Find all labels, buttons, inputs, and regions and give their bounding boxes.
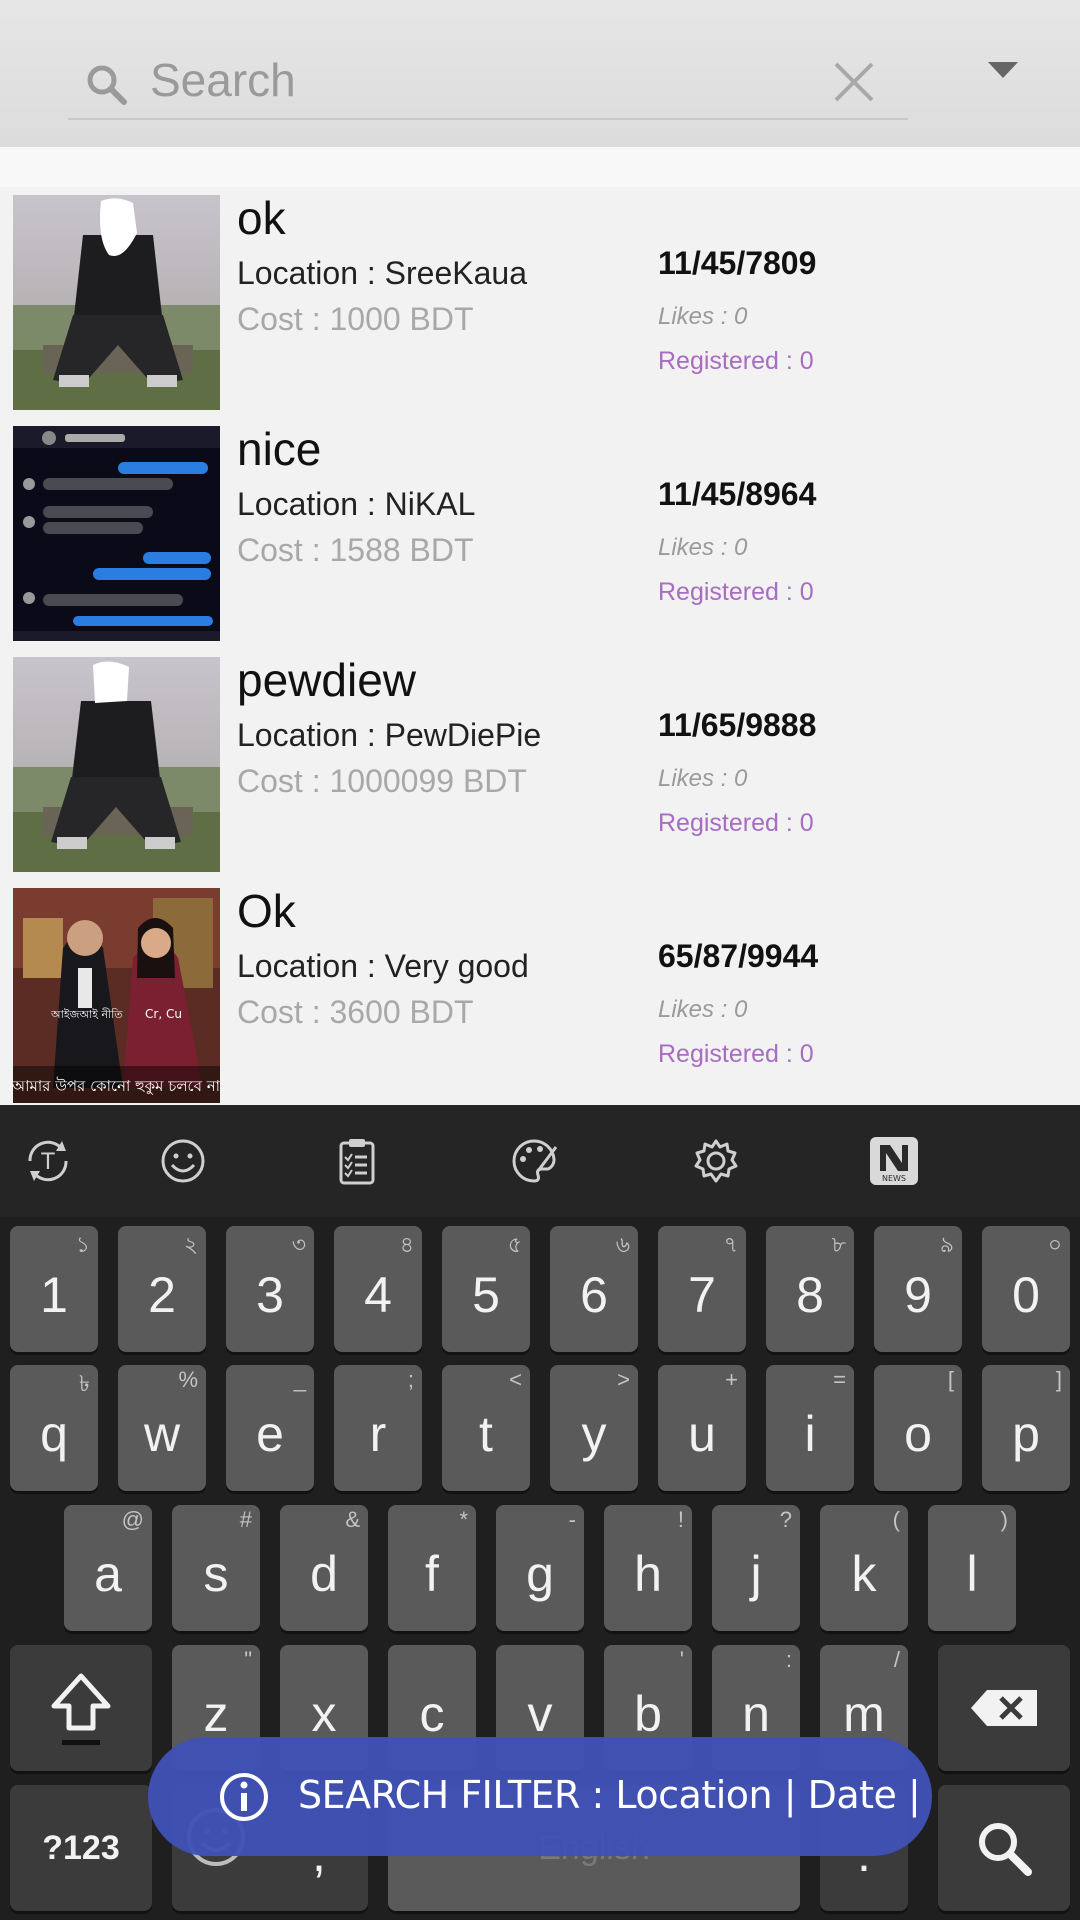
listing-photo [13, 426, 220, 641]
clipboard-icon[interactable] [331, 1135, 383, 1187]
settings-icon[interactable] [690, 1135, 742, 1187]
shift-key[interactable] [10, 1645, 152, 1771]
key-p[interactable]: ] p [982, 1365, 1070, 1491]
key-o[interactable]: [o [874, 1365, 962, 1491]
key-r[interactable]: ; r [334, 1365, 422, 1491]
key-y[interactable]: > y [550, 1365, 638, 1491]
listing-code: 11/45/7809 [658, 245, 817, 281]
listing-likes: Likes : 0 [658, 303, 748, 330]
photo-side-text-left: আইজআই নীতি [50, 1008, 123, 1021]
key-3[interactable]: ৩3 [226, 1226, 314, 1352]
listing-photo: আমার উপর কোনো হুকুম চলবে না আইজআই নীতি C… [13, 888, 220, 1103]
listing-likes: Likes : 0 [658, 765, 748, 792]
listing-location: Location : PewDiePie [237, 717, 542, 753]
listing-photo [13, 195, 220, 410]
listing-registered: Registered : 0 [658, 809, 814, 837]
listing-item[interactable]: pewdiew Location : PewDiePie Cost : 1000… [0, 649, 1080, 880]
key-9[interactable]: ৯9 [874, 1226, 962, 1352]
svg-text:T: T [40, 1150, 55, 1175]
key-1[interactable]: ১1 [10, 1226, 98, 1352]
listing-item[interactable]: nice Location : NiKAL Cost : 1588 BDT 11… [0, 418, 1080, 649]
listing-code: 11/45/8964 [658, 476, 817, 512]
listing-title: nice [237, 423, 322, 475]
listing-registered: Registered : 0 [658, 347, 814, 375]
search-bar [0, 0, 1080, 147]
listing-item[interactable]: ok Location : SreeKaua Cost : 1000 BDT 1… [0, 187, 1080, 418]
listing-code: 11/65/9888 [658, 707, 817, 743]
backspace-key[interactable] [938, 1645, 1070, 1771]
toast-message: SEARCH FILTER : Location | Date | [298, 1773, 921, 1817]
info-icon [220, 1773, 268, 1821]
key-e[interactable]: _ e [226, 1365, 314, 1491]
listing-cost: Cost : 1588 BDT [237, 532, 474, 568]
shift-icon [51, 1673, 111, 1745]
listing-cost: Cost : 1000099 BDT [237, 763, 527, 799]
search-key[interactable] [938, 1785, 1070, 1911]
listing-likes: Likes : 0 [658, 996, 748, 1023]
listing-title: ok [237, 192, 286, 244]
listing-location: Location : SreeKaua [237, 255, 527, 291]
key-a[interactable]: @ a [64, 1505, 152, 1631]
listing-photo [13, 657, 220, 872]
listing-item[interactable]: আমার উপর কোনো হুকুম চলবে না আইজআই নীতি C… [0, 880, 1080, 1111]
key-4[interactable]: ৪4 [334, 1226, 422, 1352]
listing-code: 65/87/9944 [658, 938, 819, 974]
palette-icon[interactable] [508, 1135, 560, 1187]
key-t[interactable]: < t [442, 1365, 530, 1491]
listing-location: Location : Very good [237, 948, 529, 984]
listing-title: Ok [237, 885, 296, 937]
key-l[interactable]: ) l [928, 1505, 1016, 1631]
listing-cost: Cost : 3600 BDT [237, 994, 474, 1030]
search-field[interactable] [68, 40, 908, 120]
search-icon [979, 1823, 1032, 1876]
key-g[interactable]: -g [496, 1505, 584, 1631]
key-j[interactable]: ? j [712, 1505, 800, 1631]
news-icon[interactable]: NEWS [868, 1135, 920, 1187]
search-icon [87, 65, 127, 105]
key-w[interactable]: % w [118, 1365, 206, 1491]
photo-side-text-right: Cr, Cu [145, 1007, 182, 1021]
close-icon[interactable] [830, 58, 878, 106]
listing-registered: Registered : 0 [658, 1040, 814, 1068]
listing-cost: Cost : 1000 BDT [237, 301, 474, 337]
key-d[interactable]: & d [280, 1505, 368, 1631]
key-6[interactable]: ৬6 [550, 1226, 638, 1352]
key-2[interactable]: ২2 [118, 1226, 206, 1352]
symbols-key[interactable]: ?123 [10, 1785, 152, 1911]
key-i[interactable]: = i [766, 1365, 854, 1491]
listing-location: Location : NiKAL [237, 486, 476, 522]
list-header-spacer [0, 147, 1080, 187]
search-input[interactable] [150, 50, 770, 110]
key-0[interactable]: ০0 [982, 1226, 1070, 1352]
key-f[interactable]: * f [388, 1505, 476, 1631]
key-k[interactable]: (k [820, 1505, 908, 1631]
listing-likes: Likes : 0 [658, 534, 748, 561]
listing-title: pewdiew [237, 654, 416, 706]
svg-text:NEWS: NEWS [882, 1174, 906, 1183]
key-7[interactable]: ৭7 [658, 1226, 746, 1352]
listing-list: ok Location : SreeKaua Cost : 1000 BDT 1… [0, 187, 1080, 1105]
emoji-icon[interactable] [157, 1135, 209, 1187]
key-s[interactable]: # s [172, 1505, 260, 1631]
key-h[interactable]: ! h [604, 1505, 692, 1631]
key-5[interactable]: ৫5 [442, 1226, 530, 1352]
listing-registered: Registered : 0 [658, 578, 814, 606]
key-u[interactable]: + u [658, 1365, 746, 1491]
key-8[interactable]: ৮8 [766, 1226, 854, 1352]
text-style-icon[interactable]: T [22, 1135, 74, 1187]
photo-caption: আমার উপর কোনো হুকুম চলবে না [13, 1077, 220, 1095]
backspace-icon [971, 1690, 1037, 1726]
keyboard-toolbar: T NEWS [0, 1105, 1080, 1217]
key-q[interactable]: ৳ q [10, 1365, 98, 1491]
search-filter-toast: SEARCH FILTER : Location | Date | [148, 1737, 932, 1856]
dropdown-arrow-icon[interactable] [988, 62, 1018, 80]
